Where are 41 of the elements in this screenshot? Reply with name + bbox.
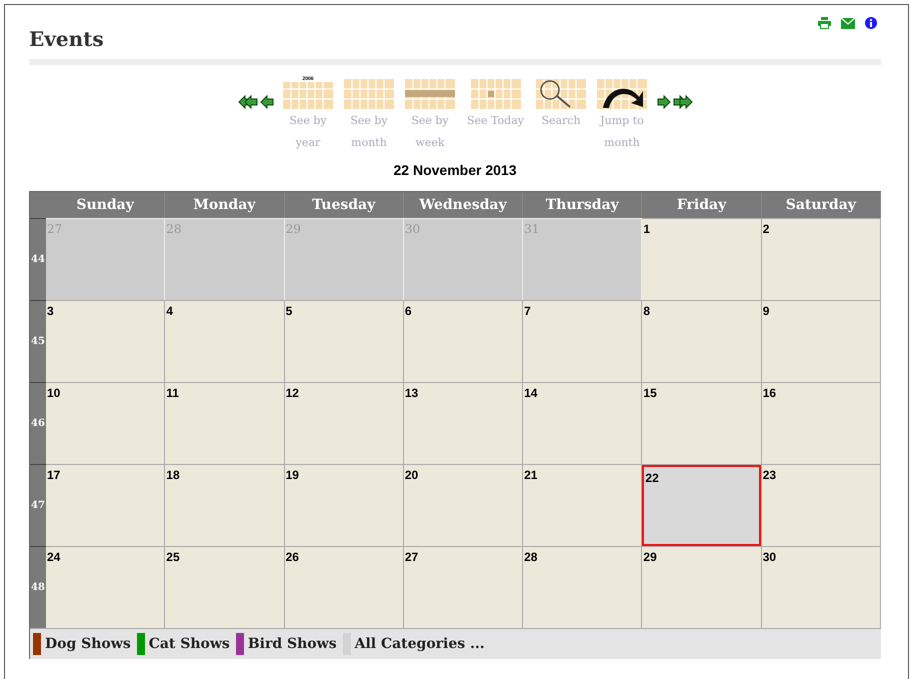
day-cell[interactable]: 2 (762, 218, 881, 300)
page-title: Events (29, 26, 104, 52)
category-link[interactable]: Cat Shows (148, 634, 230, 654)
category-link[interactable]: Dog Shows (45, 634, 131, 654)
day-cell[interactable]: 23 (762, 464, 881, 546)
day-cell[interactable]: 25 (165, 546, 285, 628)
day-cell[interactable]: 15 (642, 382, 762, 464)
day-cell[interactable]: 29 (642, 546, 762, 628)
day-cell[interactable]: 8 (642, 300, 762, 382)
day-cell[interactable]: 1 (642, 218, 762, 300)
day-cell[interactable]: 4 (165, 300, 285, 382)
week-number[interactable]: 47 (30, 464, 46, 546)
day-cell[interactable]: 12 (284, 382, 404, 464)
week-number[interactable]: 44 (30, 218, 46, 300)
day-cell[interactable]: 17 (46, 464, 166, 546)
day-cell[interactable]: 20 (404, 464, 524, 546)
day-cell[interactable]: 19 (284, 464, 404, 546)
day-cell[interactable]: 22 (642, 464, 762, 546)
week-number[interactable]: 48 (30, 546, 46, 628)
day-cell[interactable]: 7 (523, 300, 642, 382)
day-cell[interactable]: 11 (165, 382, 285, 464)
week-number[interactable]: 46 (30, 382, 46, 464)
category-link[interactable]: All Categories ... (354, 634, 485, 654)
day-cell[interactable]: 26 (284, 546, 404, 628)
day-cell[interactable]: 16 (762, 382, 881, 464)
day-cell[interactable]: 14 (523, 382, 642, 464)
day-cell[interactable]: 6 (404, 300, 524, 382)
day-cell[interactable]: 10 (46, 382, 166, 464)
day-cell[interactable]: 5 (284, 300, 404, 382)
day-cell[interactable]: 3 (46, 300, 166, 382)
category-link[interactable]: Bird Shows (248, 634, 337, 654)
day-cell[interactable]: 18 (165, 464, 285, 546)
day-cell[interactable]: 28 (523, 546, 642, 628)
day-cell[interactable]: 24 (46, 546, 166, 628)
day-cell[interactable]: 30 (762, 546, 881, 628)
day-cell[interactable]: 21 (523, 464, 642, 546)
day-cell[interactable]: 27 (404, 546, 524, 628)
calendar-title: 22 November 2013 (394, 161, 516, 180)
day-cell[interactable]: 13 (404, 382, 524, 464)
day-cell[interactable]: 9 (762, 300, 881, 382)
week-number[interactable]: 45 (30, 300, 46, 382)
